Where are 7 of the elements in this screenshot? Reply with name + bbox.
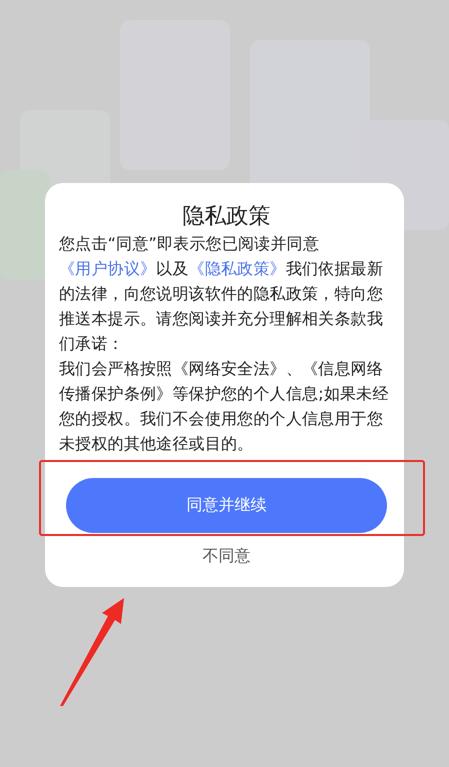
dialog-title: 隐私政策 [182, 203, 270, 231]
agree-button[interactable]: 同意并继续 [66, 478, 387, 533]
decline-link[interactable]: 不同意 [202, 545, 250, 567]
promise-paragraph: 我们会严格按照《网络安全法》、《信息网络传播保护条例》等保护您的个人信息;如果未经您的授权。我们不会使用您的个人信息用于您未授权的其他途径或目的。 [59, 358, 390, 455]
intro-paragraph: 您点击“同意”即表示您已阅读并同意 《用户协议》以及《隐私政策》我们依据最新的法律，向您说明该软件的隐私政策，特向您推送本提示。请您阅读并充分理解相关条款我们承诺： [59, 233, 384, 355]
policy-link[interactable]: 《隐私政策》 [188, 259, 286, 278]
policy-link[interactable]: 《用户协议》 [59, 259, 156, 278]
